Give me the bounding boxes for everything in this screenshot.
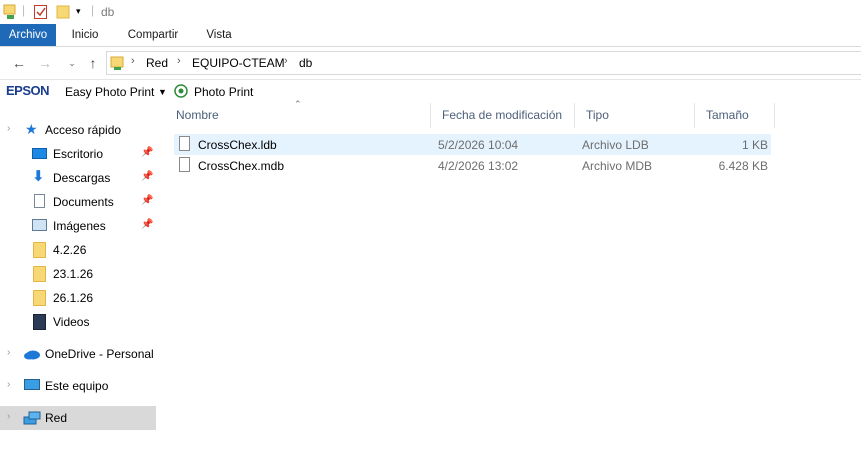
- nav-onedrive[interactable]: › OneDrive - Personal: [0, 342, 156, 366]
- pin-icon[interactable]: 📌: [141, 171, 153, 182]
- checkmark-icon[interactable]: [33, 4, 49, 23]
- tab-vista[interactable]: Vista: [198, 24, 240, 46]
- file-row[interactable]: CrossChex.mdb 4/2/2026 13:02 Archivo MDB…: [174, 155, 771, 176]
- up-arrow-icon[interactable]: ↑: [84, 54, 102, 72]
- expand-chevron-icon[interactable]: ›: [7, 411, 10, 422]
- computer-icon: [24, 379, 40, 390]
- separator: |: [22, 3, 26, 17]
- customize-quick-access-icon[interactable]: ▾: [76, 6, 81, 17]
- file-icon: [179, 157, 190, 172]
- folder-icon: [33, 242, 46, 258]
- nav-item-folder-4-2-26[interactable]: 4.2.26: [0, 238, 156, 262]
- breadcrumb-db[interactable]: db: [299, 56, 312, 70]
- title-bar: | ▾ | db: [0, 0, 861, 24]
- download-icon: ⬇: [32, 168, 45, 185]
- forward-arrow-icon[interactable]: →: [36, 54, 54, 72]
- back-arrow-icon[interactable]: ←: [10, 54, 28, 72]
- column-header-nombre[interactable]: Nombre: [165, 103, 431, 128]
- pin-icon[interactable]: 📌: [141, 195, 153, 206]
- file-list: ⌃ Nombre Fecha de modificación Tipo Tama…: [165, 99, 861, 450]
- breadcrumb-separator[interactable]: ›: [284, 55, 288, 67]
- breadcrumb-red[interactable]: Red: [146, 56, 168, 70]
- tab-inicio[interactable]: Inicio: [62, 24, 108, 46]
- network-icon: [23, 411, 41, 427]
- breadcrumb-separator[interactable]: ›: [131, 55, 135, 67]
- file-row[interactable]: CrossChex.ldb 5/2/2026 10:04 Archivo LDB…: [174, 134, 771, 155]
- nav-this-pc[interactable]: › Este equipo: [0, 374, 156, 398]
- tab-compartir[interactable]: Compartir: [120, 24, 186, 46]
- column-header-tipo[interactable]: Tipo: [575, 103, 695, 128]
- nav-item-documents[interactable]: Documents 📌: [0, 190, 156, 214]
- navigation-pane: › ★ Acceso rápido Escritorio 📌 ⬇ Descarg…: [0, 118, 157, 450]
- file-icon: [179, 136, 190, 151]
- dropdown-arrow-icon[interactable]: ▼: [158, 87, 167, 97]
- tab-archivo[interactable]: Archivo: [0, 24, 56, 46]
- expand-chevron-icon[interactable]: ›: [7, 123, 10, 134]
- easy-photo-print-button[interactable]: Easy Photo Print: [65, 85, 154, 99]
- nav-item-descargas[interactable]: ⬇ Descargas 📌: [0, 166, 156, 190]
- expand-chevron-icon[interactable]: ›: [7, 379, 10, 390]
- cloud-icon: [23, 348, 40, 364]
- photo-print-icon[interactable]: [174, 84, 188, 101]
- pin-icon[interactable]: 📌: [141, 147, 153, 158]
- nav-item-videos[interactable]: Videos: [0, 310, 156, 334]
- new-folder-icon[interactable]: [56, 4, 70, 23]
- recent-locations-chevron-icon[interactable]: ⌄: [63, 54, 81, 72]
- network-folder-icon: [110, 55, 124, 74]
- window-title: db: [101, 5, 115, 19]
- image-icon: [32, 219, 47, 231]
- epson-toolbar: EPSON Easy Photo Print ▼ Photo Print: [0, 80, 861, 102]
- breadcrumb-separator[interactable]: ›: [177, 55, 181, 67]
- nav-quick-access[interactable]: › ★ Acceso rápido: [0, 118, 156, 142]
- nav-item-escritorio[interactable]: Escritorio 📌: [0, 142, 156, 166]
- navigation-bar: ← → ⌄ ↑ › Red › EQUIPO-CTEAM › db: [0, 47, 861, 80]
- document-icon: [34, 194, 45, 208]
- column-header-fecha[interactable]: Fecha de modificación: [431, 103, 575, 128]
- nav-item-imagenes[interactable]: Imágenes 📌: [0, 214, 156, 238]
- folder-icon: [33, 266, 46, 282]
- separator: |: [91, 3, 95, 17]
- properties-icon[interactable]: [3, 4, 17, 23]
- nav-item-folder-23-1-26[interactable]: 23.1.26: [0, 262, 156, 286]
- video-icon: [33, 314, 46, 330]
- nav-network[interactable]: › Red: [0, 406, 156, 430]
- photo-print-button[interactable]: Photo Print: [194, 85, 253, 99]
- expand-chevron-icon[interactable]: ›: [7, 347, 10, 358]
- nav-item-folder-26-1-26[interactable]: 26.1.26: [0, 286, 156, 310]
- address-bar[interactable]: › Red › EQUIPO-CTEAM › db: [106, 51, 861, 75]
- epson-logo: EPSON: [6, 83, 50, 98]
- ribbon-tabs: Archivo Inicio Compartir Vista: [0, 24, 861, 47]
- breadcrumb-equipo[interactable]: EQUIPO-CTEAM: [192, 56, 285, 70]
- star-icon: ★: [25, 121, 38, 137]
- pin-icon[interactable]: 📌: [141, 219, 153, 230]
- column-header-tamano[interactable]: Tamaño: [695, 103, 775, 128]
- desktop-icon: [32, 148, 47, 159]
- folder-icon: [33, 290, 46, 306]
